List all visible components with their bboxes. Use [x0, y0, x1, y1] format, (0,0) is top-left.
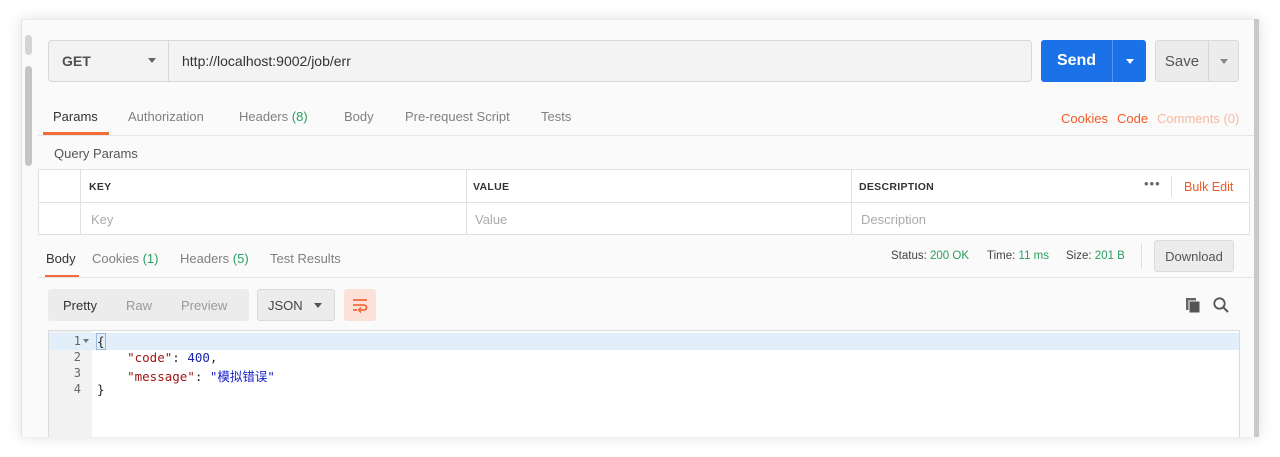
tab-headers[interactable]: Headers (8): [239, 109, 308, 124]
key-input[interactable]: Key: [91, 212, 113, 227]
json-number: 400: [187, 350, 210, 365]
query-params-table: KEY VALUE DESCRIPTION ••• Bulk Edit Key …: [38, 169, 1250, 235]
table-header-row: [39, 170, 1249, 203]
chevron-down-icon: [1125, 58, 1134, 64]
description-input[interactable]: Description: [861, 212, 926, 227]
wrap-lines-button[interactable]: [344, 289, 376, 321]
tab-headers-count: (8): [291, 109, 308, 124]
vertical-scrollbar-thumb[interactable]: [25, 66, 32, 166]
bulk-edit-divider: [1171, 176, 1172, 197]
response-tab-headers[interactable]: Headers (5): [180, 251, 249, 266]
send-options-button[interactable]: [1113, 58, 1146, 64]
format-label: JSON: [268, 297, 303, 313]
save-label: Save: [1164, 52, 1200, 70]
raw-button[interactable]: Raw: [126, 298, 152, 313]
description-header: DESCRIPTION: [859, 181, 935, 193]
view-mode-group: Pretty Raw Preview: [48, 289, 249, 321]
chevron-down-icon: [314, 303, 322, 308]
response-tab-body[interactable]: Body: [46, 251, 76, 266]
line-number: 4: [73, 382, 81, 396]
column-divider: [851, 170, 852, 234]
preview-button[interactable]: Preview: [181, 298, 227, 313]
line-number: 3: [73, 366, 81, 380]
chevron-down-icon: [1219, 58, 1228, 64]
code-close-brace: }: [97, 382, 105, 397]
size-value: 201 B: [1094, 250, 1125, 262]
copy-icon[interactable]: [1185, 297, 1201, 313]
tab-authorization[interactable]: Authorization: [128, 109, 204, 124]
response-tab-test-results[interactable]: Test Results: [270, 251, 341, 266]
url-text: http://localhost:9002/job/err: [182, 53, 351, 69]
response-headers-label: Headers: [180, 251, 230, 266]
tabs-divider: [38, 135, 1254, 136]
method-label: GET: [62, 53, 91, 69]
wrap-lines-icon: [353, 299, 368, 313]
scrollbar-top[interactable]: [25, 35, 32, 55]
status-value: 200 OK: [930, 250, 970, 262]
request-bar: GET http://localhost:9002/job/err: [48, 40, 1032, 82]
code-line: "code": 400,: [127, 350, 218, 365]
fold-chevron-icon[interactable]: [83, 339, 89, 343]
key-header: KEY: [89, 181, 112, 193]
value-header: VALUE: [473, 181, 510, 193]
comments-link[interactable]: Comments (0): [1157, 111, 1239, 126]
tab-body[interactable]: Body: [344, 109, 374, 124]
postman-window: GET http://localhost:9002/job/err Send S…: [21, 19, 1259, 437]
line-number: 1: [73, 334, 81, 348]
tab-prerequest-script[interactable]: Pre-request Script: [405, 109, 510, 124]
value-input[interactable]: Value: [475, 212, 507, 227]
active-line-highlight: [49, 333, 1239, 350]
column-divider: [466, 170, 467, 234]
code-link[interactable]: Code: [1117, 111, 1148, 126]
pretty-button[interactable]: Pretty: [63, 298, 97, 313]
send-button[interactable]: Send: [1041, 40, 1146, 82]
download-button[interactable]: Download: [1154, 240, 1234, 272]
chevron-down-icon: [148, 58, 156, 63]
response-body-editor[interactable]: 1 2 3 4 { "code": 400, "message": "模拟错误"…: [48, 330, 1240, 437]
response-cookies-label: Cookies: [92, 251, 139, 266]
response-tab-cookies[interactable]: Cookies (1): [92, 251, 158, 266]
more-options-button[interactable]: •••: [1144, 176, 1161, 191]
code-line: "message": "模拟错误": [127, 369, 275, 384]
json-key: "message": [127, 369, 195, 384]
code-open-brace: {: [96, 333, 106, 350]
url-input[interactable]: http://localhost:9002/job/err: [169, 41, 1031, 81]
search-icon[interactable]: [1212, 296, 1230, 314]
json-key: "code": [127, 350, 173, 365]
save-options-button[interactable]: [1209, 58, 1238, 64]
time-label: Time:: [987, 250, 1016, 262]
download-divider: [1141, 243, 1142, 269]
time-info: Time: 11 ms: [987, 250, 1049, 262]
bulk-edit-link[interactable]: Bulk Edit: [1184, 180, 1233, 194]
column-divider: [80, 170, 81, 234]
status-info: Status: 200 OK: [891, 250, 969, 262]
cookies-link[interactable]: Cookies: [1061, 111, 1108, 126]
send-label: Send: [1056, 52, 1097, 69]
status-label: Status:: [891, 250, 927, 262]
query-params-title: Query Params: [54, 146, 138, 161]
method-select[interactable]: GET: [49, 41, 169, 81]
response-headers-count: (5): [232, 251, 249, 266]
response-tabs-divider: [38, 277, 1254, 278]
format-select[interactable]: JSON: [257, 289, 335, 321]
line-number: 2: [73, 350, 81, 364]
size-info: Size: 201 B: [1066, 250, 1125, 262]
tab-tests[interactable]: Tests: [541, 109, 571, 124]
tab-params[interactable]: Params: [53, 109, 98, 124]
tab-headers-label: Headers: [239, 109, 289, 124]
json-string: "模拟错误": [209, 369, 275, 384]
window-top-border: [22, 19, 1254, 20]
size-label: Size:: [1066, 250, 1092, 262]
response-cookies-count: (1): [142, 251, 159, 266]
save-button[interactable]: Save: [1155, 40, 1239, 82]
time-value: 11 ms: [1018, 250, 1049, 262]
